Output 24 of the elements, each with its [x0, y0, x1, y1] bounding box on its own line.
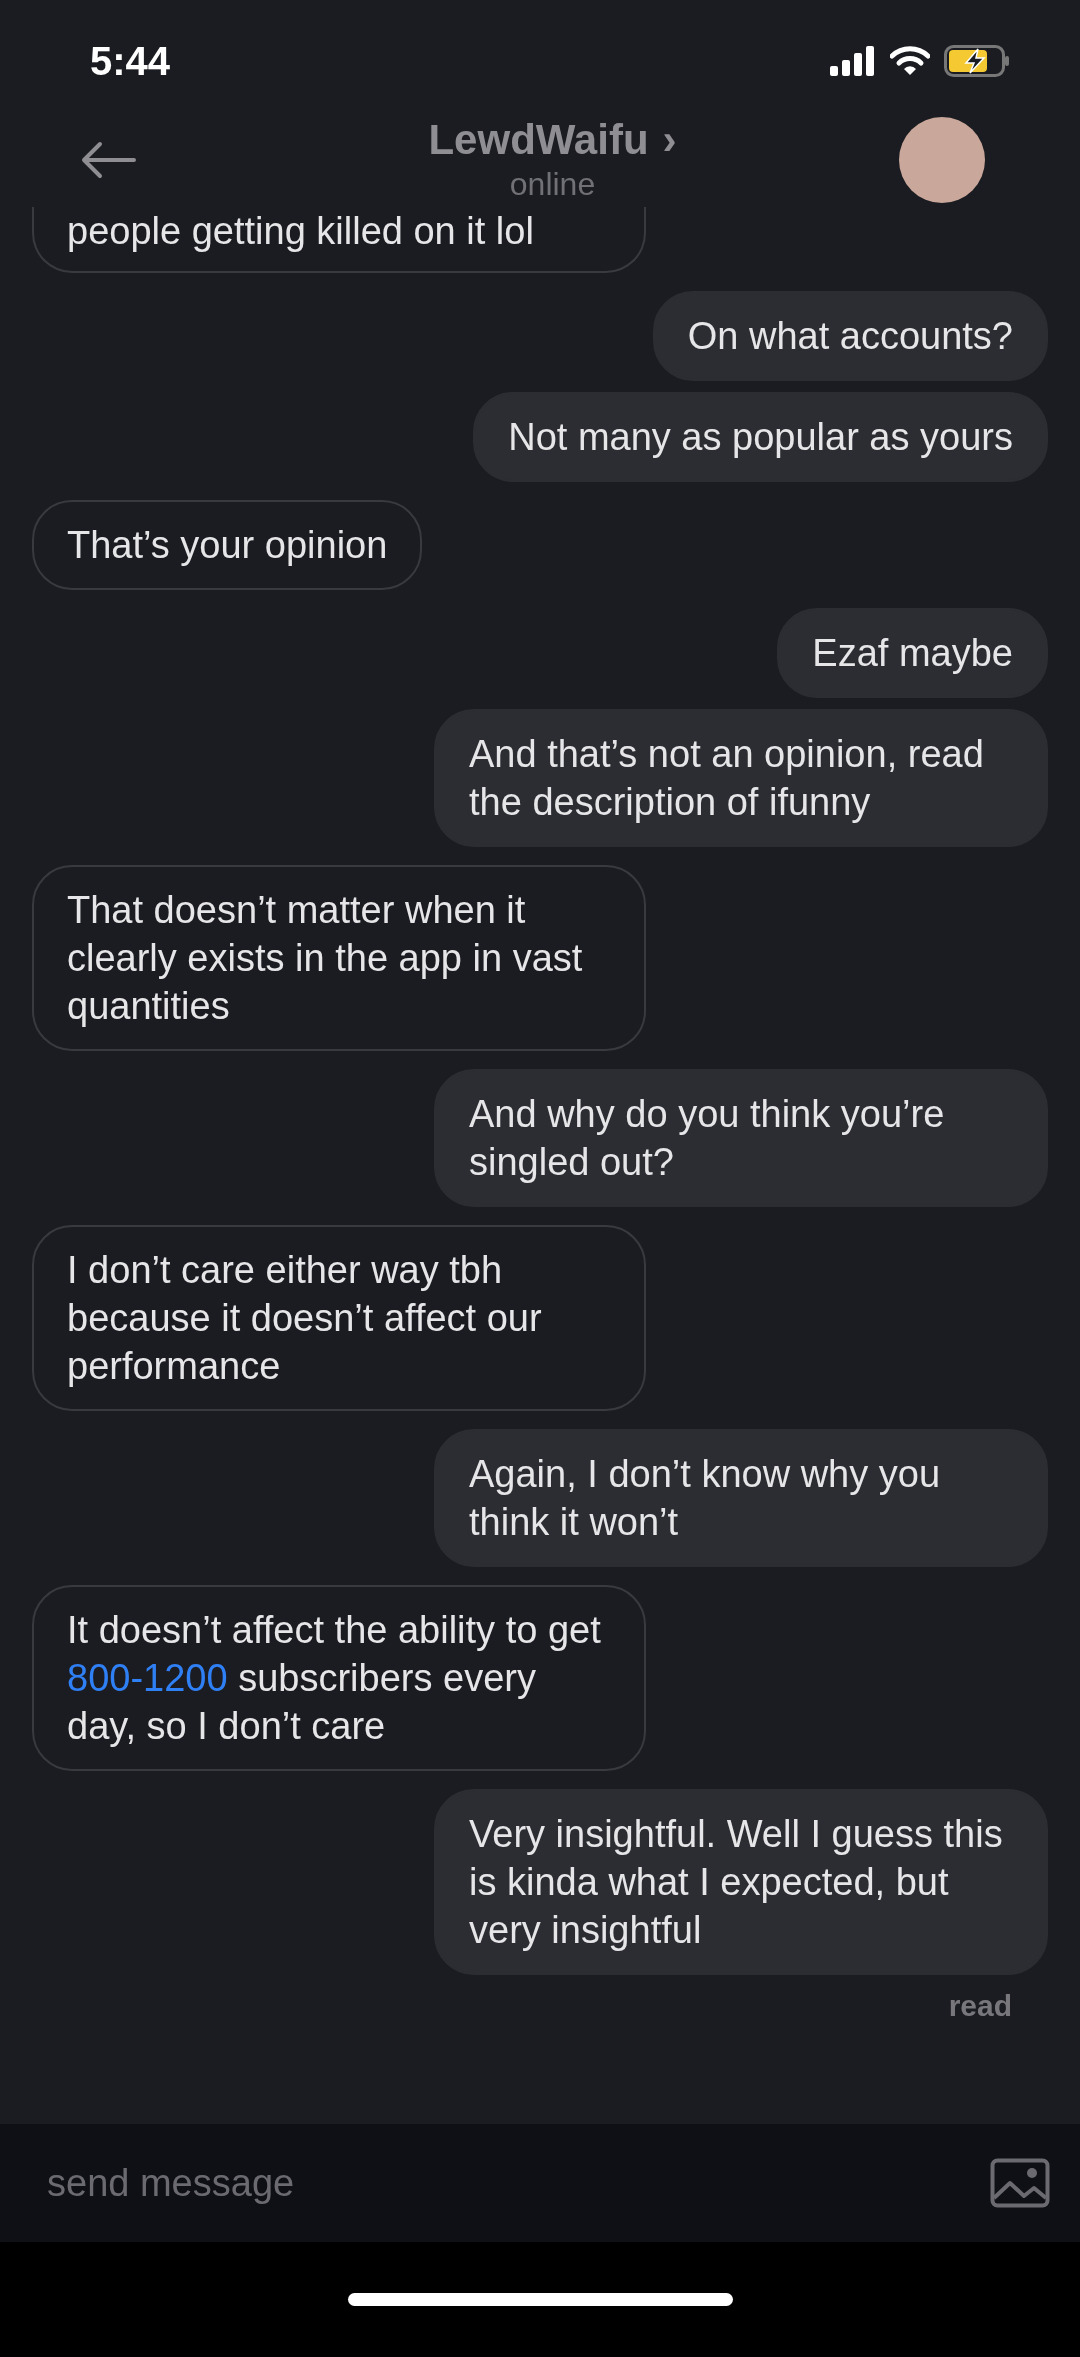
message-bubble: That doesn’t matter when it clearly exists in the app in vast quantities	[32, 865, 646, 1051]
message-bubble: And that’s not an opinion, read the description of ifunny	[434, 709, 1048, 847]
message-bubble: Not many as popular as yours	[473, 392, 1048, 482]
message-bubble: Ezaf maybe	[777, 608, 1048, 698]
read-receipt: read	[948, 1989, 1012, 2023]
status-time: 5:44	[90, 38, 171, 84]
message-bubble: On what accounts?	[652, 291, 1048, 381]
image-icon[interactable]	[990, 2158, 1050, 2208]
online-status: online	[509, 166, 596, 203]
message-bubble: It doesn’t affect the ability to get 800-1200 subscribers every day, so I don’t care	[32, 1585, 646, 1771]
back-arrow-icon[interactable]	[80, 139, 136, 180]
signal-icon	[830, 46, 876, 76]
wifi-icon	[890, 46, 930, 76]
number-link[interactable]: 800-1200	[67, 1657, 228, 1699]
message-bubble: Very insightful. Well I guess this is kinda what I expected, but very insightful	[434, 1789, 1048, 1975]
message-bubble: That’s your opinion	[32, 500, 423, 590]
message-bubble: I don’t care either way tbh because it doesn’t affect our performance	[32, 1225, 646, 1411]
contact-name-button[interactable]: LewdWaifu ›	[428, 116, 677, 164]
message-field[interactable]: send message	[0, 2124, 1080, 2242]
message-bubble: Again, I don’t know why you think it won’t	[434, 1429, 1048, 1567]
message-bubble: people getting killed on it lol	[32, 207, 646, 273]
battery-charging-icon	[944, 45, 1010, 77]
message-input[interactable]: send message	[45, 2160, 990, 2206]
message-bubble: And why do you think you’re singled out?	[434, 1069, 1048, 1207]
